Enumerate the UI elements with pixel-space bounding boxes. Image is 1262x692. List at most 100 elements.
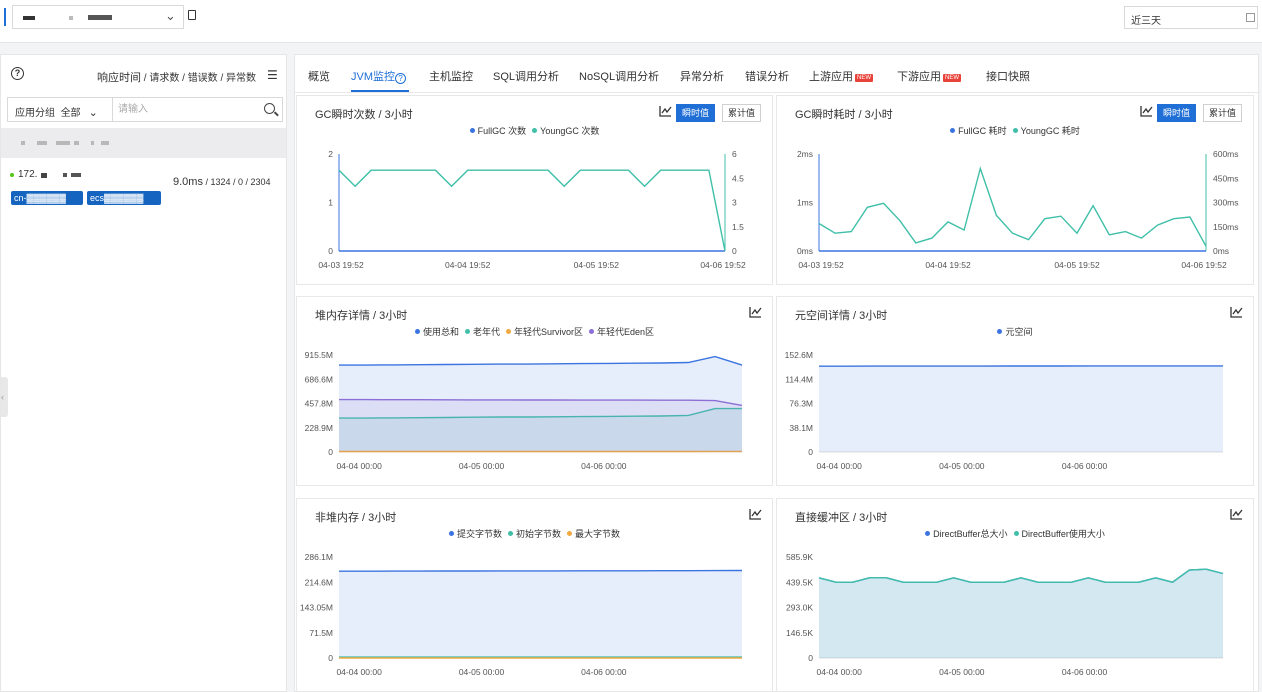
gc-count-chart: 0 1 2 0 1.5 3 4.5 6 04-03 19:52 04-04 19:52 04-05 … [318,149,746,270]
y-tick-label: 71.5M [309,628,333,638]
tab-interface-snapshot[interactable]: 接口快照 [986,68,1030,84]
y-tick-label: 76.3M [789,399,813,409]
metaspace-card: 元空间详情 / 3小时 元空间 0 38.1M 76.3M 114.4M 152.6M 04-… [776,296,1254,486]
calendar-icon [1246,13,1255,22]
status-dot [10,173,14,177]
tab-jvm-monitor[interactable]: JVM监控? [351,68,406,84]
tab-overview[interactable]: 概览 [308,68,330,84]
x-tick-label: 04-04 19:52 [445,260,491,270]
x-tick-label: 04-05 00:00 [459,461,505,471]
y-tick-label: 0 [328,447,333,457]
x-tick-label: 04-04 00:00 [336,461,382,471]
x-tick-label: 04-04 19:52 [925,260,971,270]
x-tick-label: 04-06 19:52 [700,260,746,270]
y-tick-label: 286.1M [305,552,333,562]
app-select[interactable]: ⌄ [12,5,184,29]
x-tick-label: 04-05 00:00 [939,461,985,471]
y-right-tick-label: 1.5 [732,222,744,232]
series-area [819,569,1223,658]
y-tick-label: 686.6M [305,374,333,384]
y-tick-label: 0ms [797,246,813,256]
masked-text [91,141,94,145]
y-tick-label: 1 [328,198,333,208]
filter-divider [112,98,113,121]
non-heap-memory-card: 非堆内存 / 3小时 提交字节数 初始字节数 最大字节数 0 71.5M 143.05M 21… [296,498,773,692]
x-tick-label: 04-04 00:00 [817,461,863,471]
sort-requests[interactable]: 请求数 [149,73,179,84]
masked-text [74,141,79,145]
direct-buffer-card: 直接缓冲区 / 3小时 DirectBuffer总大小 DirectBuffer使用… [776,498,1254,692]
instance-list-header: ? 响应时间 / 请求数 / 错误数 / 异常数 ☰ [1,55,288,93]
chevron-down-icon: ⌄ [165,8,176,23]
x-tick-label: 04-03 19:52 [318,260,364,270]
tab-downstream-apps[interactable]: 下游应用 NEW [897,68,961,84]
collapse-panel-handle[interactable]: ‹ [1,377,8,417]
sort-errors[interactable]: 错误数 [188,73,218,84]
tab-upstream-apps[interactable]: 上游应用 NEW [809,68,873,84]
instance-item[interactable]: 172. 9.0ms / 1324 / 0 / 2304 cn-▓▓▓▓▓▓ e… [1,163,286,213]
masked-text [71,173,81,177]
y-tick-label: 915.5M [305,350,333,360]
toolbar-accent [4,8,6,26]
instance-response-time: 9.0ms [173,176,203,188]
new-badge: NEW [943,74,961,82]
series-0 [819,365,1223,452]
series-area [819,365,1223,452]
y-right-tick-label: 3 [732,198,737,208]
list-view-icon[interactable]: ☰ [267,68,278,82]
instance-tag-text: cn- [14,193,27,203]
gc-time-card: GC瞬时耗时 / 3小时 FullGC 耗时 YoungGC 耗时 瞬时值 累计值 0ms… [776,95,1254,285]
tab-jvm-label: JVM监控 [351,71,395,83]
masked-text [41,173,47,178]
group-row[interactable] [1,128,286,158]
y-right-tick-label: 150ms [1213,222,1239,232]
series-line [339,569,743,572]
help-icon: ? [395,73,406,84]
copy-icon[interactable] [188,10,196,20]
y-tick-label: 146.5K [786,628,813,638]
tab-nosql-analysis[interactable]: NoSQL调用分析 [579,68,659,84]
direct-buffer-chart: 0 146.5K 293.0K 439.5K 585.9K 04-04 00:00 04-0… [786,552,1224,677]
instance-tag-text: ecs [90,193,105,203]
x-tick-label: 04-03 19:52 [798,260,844,270]
y-tick-label: 457.8M [305,399,333,409]
y-tick-label: 1ms [797,198,813,208]
tab-exception-analysis[interactable]: 异常分析 [680,68,724,84]
y-tick-label: 2 [328,149,333,159]
x-tick-label: 04-06 00:00 [581,667,627,677]
tab-bar: 概览 JVM监控? 主机监控 SQL调用分析 NoSQL调用分析 异常分析 错误… [295,55,1258,93]
sort-exceptions[interactable]: 异常数 [226,73,256,84]
series-0 [339,569,743,658]
tab-upstream-label: 上游应用 [809,71,853,83]
x-tick-label: 04-06 00:00 [581,461,627,471]
tab-host-monitor[interactable]: 主机监控 [429,68,473,84]
group-label: 应用分组 [15,108,55,119]
help-icon[interactable]: ? [11,67,24,80]
masked-text [21,141,25,145]
y-tick-label: 214.6M [305,577,333,587]
y-tick-label: 293.0K [786,603,813,613]
series-line [338,169,726,252]
y-tick-label: 585.9K [786,552,813,562]
y-tick-label: 38.1M [789,423,813,433]
y-right-tick-label: 0ms [1213,246,1229,256]
x-tick-label: 04-04 00:00 [336,667,382,677]
tab-error-analysis[interactable]: 错误分析 [745,68,789,84]
x-tick-label: 04-05 00:00 [459,667,505,677]
x-tick-label: 04-06 00:00 [1062,461,1108,471]
instance-ip: 172. [18,169,38,180]
sort-response-time[interactable]: 响应时间 [97,72,141,84]
group-select[interactable]: 应用分组 全部 ⌄ [15,104,98,119]
search-input[interactable] [118,100,258,119]
tab-sql-analysis[interactable]: SQL调用分析 [493,68,559,84]
time-range-picker[interactable]: 近三天 [1124,6,1258,29]
sort-separator: / [179,73,188,84]
series-area [339,570,742,658]
instance-counts: / 1324 / 0 / 2304 [202,177,271,187]
app-name-mask [69,16,73,20]
masked-text [37,141,47,145]
y-right-tick-label: 450ms [1213,173,1239,183]
masked-text [63,173,67,177]
series-1 [818,166,1207,247]
search-icon[interactable] [264,103,275,114]
